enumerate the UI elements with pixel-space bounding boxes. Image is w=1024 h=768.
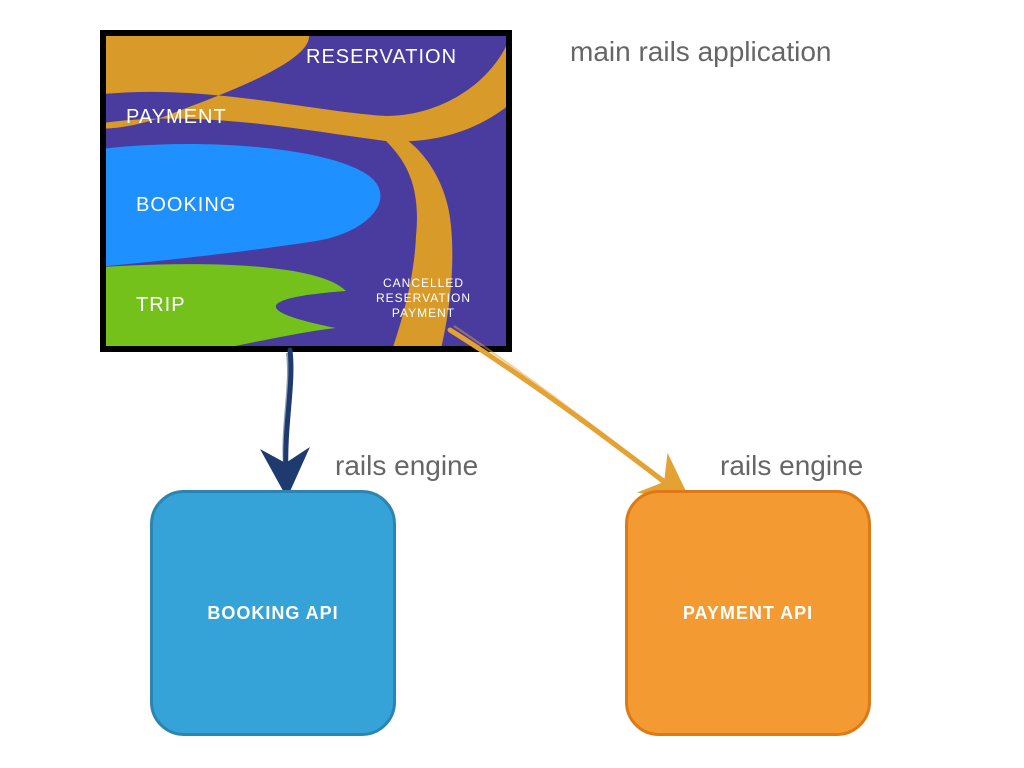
payment-api-label: PAYMENT API — [683, 603, 813, 624]
booking-api-box: BOOKING API — [150, 490, 396, 736]
monolith-diagram: RESERVATION PAYMENT BOOKING TRIP CANCELL… — [100, 30, 512, 352]
arrow-to-booking — [250, 345, 330, 495]
reservation-label: RESERVATION — [306, 46, 457, 69]
booking-label: BOOKING — [136, 194, 236, 217]
main-app-caption: main rails application — [570, 36, 831, 68]
payment-engine-caption: rails engine — [720, 450, 863, 482]
booking-api-label: BOOKING API — [207, 603, 338, 624]
payment-api-box: PAYMENT API — [625, 490, 871, 736]
cancelled-label: CANCELLED RESERVATION PAYMENT — [376, 276, 471, 321]
trip-label: TRIP — [136, 294, 186, 317]
booking-engine-caption: rails engine — [335, 450, 478, 482]
payment-label: PAYMENT — [126, 106, 227, 129]
